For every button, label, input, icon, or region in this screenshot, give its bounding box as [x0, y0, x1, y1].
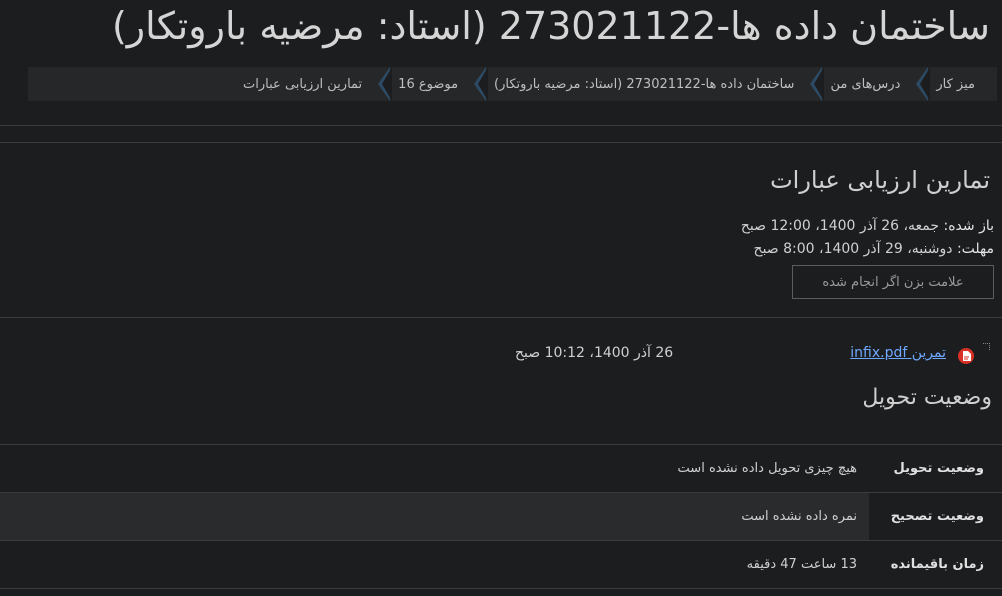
breadcrumb-label: تمارین ارزیابی عبارات	[243, 76, 363, 92]
due-value: دوشنبه، 29 آذر 1400، 8:00 صبح	[753, 241, 953, 257]
breadcrumb-item-course[interactable]: ساختمان داده ها-273021122 (استاد: مرضیه …	[474, 67, 816, 101]
attachment-date: 26 آذر 1400، 10:12 صبح	[515, 345, 674, 361]
row-value: 13 ساعت 47 دقیقه	[0, 540, 869, 589]
row-value: نمره داده نشده است	[0, 492, 869, 541]
page-title: ساختمان داده ها-273021122 (استاد: مرضیه …	[111, 4, 990, 48]
pdf-icon	[958, 348, 974, 364]
breadcrumb-item-current: تمارین ارزیابی عبارات	[229, 67, 384, 101]
divider	[0, 125, 1002, 126]
activity-title: تمارین ارزیابی عبارات	[770, 166, 990, 194]
row-label: وضعیت تصحیح	[869, 492, 1002, 541]
breadcrumb-label: میز کار	[936, 76, 975, 92]
breadcrumb-item-my-courses[interactable]: درس‌های من	[810, 67, 922, 101]
breadcrumb-label: درس‌های من	[830, 76, 901, 92]
breadcrumb-item-dashboard[interactable]: میز کار	[916, 67, 997, 101]
mark-as-done-button[interactable]: علامت بزن اگر انجام شده	[792, 265, 994, 299]
submission-status-table: وضعیت تحویل هیچ چیزی تحویل داده نشده است…	[0, 444, 1002, 589]
table-row: وضعیت تحویل هیچ چیزی تحویل داده نشده است	[0, 444, 1002, 493]
opened-date: باز شده: جمعه، 26 آذر 1400، 12:00 صبح	[741, 218, 994, 234]
due-label: مهلت:	[956, 241, 994, 257]
divider	[0, 142, 1002, 143]
table-row: وضعیت تصحیح نمره داده نشده است	[0, 492, 1002, 541]
opened-label: باز شده:	[943, 218, 994, 234]
divider	[0, 317, 1002, 318]
breadcrumb: میز کار درس‌های من ساختمان داده ها-27302…	[28, 67, 997, 101]
row-value: هیچ چیزی تحویل داده نشده است	[0, 444, 869, 493]
submission-status-heading: وضعیت تحویل	[862, 385, 992, 410]
breadcrumb-label: موضوع 16	[398, 76, 459, 92]
due-date: مهلت: دوشنبه، 29 آذر 1400، 8:00 صبح	[754, 241, 994, 257]
breadcrumb-item-topic[interactable]: موضوع 16	[378, 67, 480, 101]
row-label: وضعیت تحویل	[869, 444, 1002, 493]
table-row: زمان باقیمانده 13 ساعت 47 دقیقه	[0, 540, 1002, 589]
attachment-link[interactable]: تمرین infix.pdf	[850, 345, 946, 361]
opened-value: جمعه، 26 آذر 1400، 12:00 صبح	[740, 218, 940, 234]
breadcrumb-label: ساختمان داده ها-273021122 (استاد: مرضیه …	[494, 76, 795, 92]
row-label: زمان باقیمانده	[869, 540, 1002, 589]
